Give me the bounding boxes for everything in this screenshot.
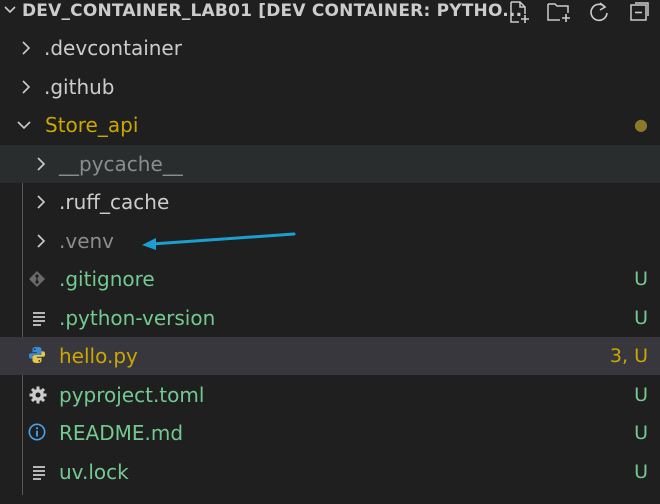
chevron-right-icon	[37, 234, 46, 248]
tree-item-pyproject-toml[interactable]: pyproject.toml U	[0, 376, 660, 414]
tree-item-store-api[interactable]: Store_api ●	[0, 106, 660, 144]
tree-item-label: .gitignore	[59, 267, 155, 291]
explorer-title: DEV_CONTAINER_LAB01 [DEV CONTAINER: PYTH…	[22, 1, 523, 21]
tree-item-label: .github	[44, 75, 115, 99]
lines-icon	[33, 466, 45, 480]
tree-item-uv-lock[interactable]: uv.lock U	[0, 453, 660, 491]
problems-badge: 3, U	[609, 345, 648, 367]
tree-item-label: Store_api	[45, 113, 139, 137]
refresh-icon[interactable]	[586, 0, 612, 24]
tree-item-ruff-cache[interactable]: .ruff_cache	[0, 183, 660, 221]
new-file-icon[interactable]	[506, 0, 532, 24]
collapse-icon[interactable]	[626, 0, 652, 24]
tree-item-label: .python-version	[59, 306, 216, 330]
git-status-badge: U	[634, 461, 648, 483]
git-icon	[29, 271, 45, 287]
tree-item-label: uv.lock	[59, 460, 129, 484]
git-status-badge: U	[634, 384, 648, 406]
git-status-badge: U	[634, 307, 648, 329]
explorer-header: DEV_CONTAINER_LAB01 [DEV CONTAINER: PYTH…	[0, 0, 660, 24]
tree-item-readme-md[interactable]: README.md U	[0, 414, 660, 452]
chevron-right-icon	[22, 41, 31, 55]
annotation-arrow	[142, 232, 296, 250]
chevron-right-icon	[22, 80, 31, 94]
lines-icon	[33, 312, 45, 326]
tree-item-python-version[interactable]: .python-version U	[0, 299, 660, 337]
chevron-down-icon[interactable]	[2, 2, 18, 18]
tree-item-label: .devcontainer	[44, 36, 182, 60]
tree-item-pycache[interactable]: __pycache__	[0, 145, 660, 183]
git-status-badge: U	[634, 422, 648, 444]
chevron-down-icon	[17, 121, 31, 130]
tree-item-label: __pycache__	[59, 152, 183, 176]
git-status-badge: U	[634, 268, 648, 290]
modified-dot: ●	[634, 115, 648, 134]
tree-item-label: .ruff_cache	[59, 190, 170, 214]
info-icon	[28, 423, 46, 441]
chevron-right-icon	[37, 157, 46, 171]
tree-item-devcontainer[interactable]: .devcontainer	[0, 29, 660, 67]
tree-item-label: .venv	[59, 229, 115, 253]
gear-icon	[29, 386, 47, 404]
new-folder-icon[interactable]	[546, 0, 572, 24]
chevron-right-icon	[37, 195, 46, 209]
tree-item-label: hello.py	[59, 344, 138, 368]
tree-item-label: README.md	[59, 421, 184, 445]
tree-item-label: pyproject.toml	[59, 383, 205, 407]
tree-item-gitignore[interactable]: .gitignore U	[0, 260, 660, 298]
tree-item-hello-py[interactable]: hello.py 3, U	[0, 337, 660, 375]
tree-item-github[interactable]: .github	[0, 68, 660, 106]
tree-item-venv[interactable]: .venv	[0, 222, 660, 260]
python-icon	[28, 346, 46, 364]
